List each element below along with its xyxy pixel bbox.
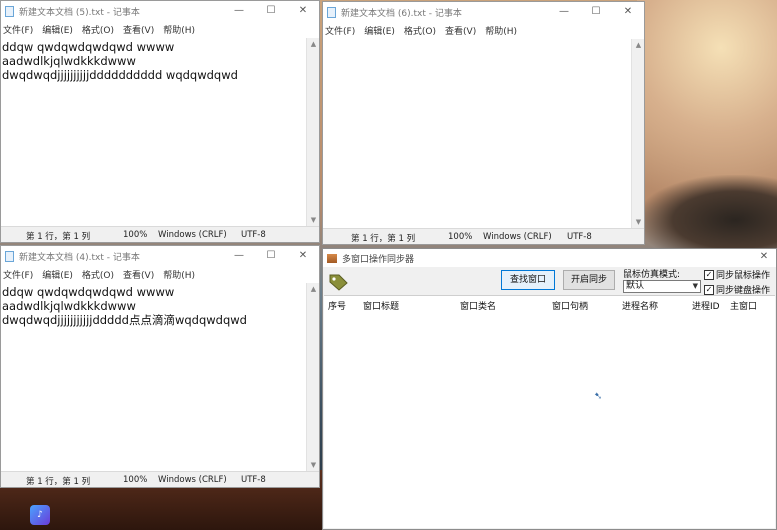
- vertical-scrollbar[interactable]: ▲ ▼: [631, 39, 644, 228]
- status-zoom: 100%: [123, 475, 148, 485]
- window-sync-tool[interactable]: 多窗口操作同步器 ✕ 查找窗口 开启同步 鼠标仿真模式: 默认 ▼ ✓ 同步鼠标…: [322, 248, 777, 530]
- column-header[interactable]: 窗口类名: [460, 299, 496, 312]
- maximize-button[interactable]: ☐: [255, 246, 287, 266]
- notepad-icon: [327, 6, 336, 18]
- minimize-button[interactable]: —: [548, 2, 580, 22]
- menu-bar: 文件(F) 编辑(E) 格式(O) 查看(V) 帮助(H): [323, 22, 644, 38]
- notepad-window-4[interactable]: 新建文本文档 (4).txt - 记事本 — ☐ ✕ 文件(F) 编辑(E) 格…: [0, 245, 320, 488]
- menu-format[interactable]: 格式(O): [82, 268, 114, 281]
- scroll-down-icon[interactable]: ▼: [307, 459, 320, 471]
- column-header[interactable]: 窗口句柄: [552, 299, 588, 312]
- maximize-button[interactable]: ☐: [580, 2, 612, 22]
- status-bar: 第 1 行，第 1 列 100% Windows (CRLF) UTF-8: [323, 228, 644, 244]
- scroll-up-icon[interactable]: ▲: [307, 283, 320, 295]
- menu-file[interactable]: 文件(F): [325, 24, 355, 37]
- titlebar[interactable]: 新建文本文档 (5).txt - 记事本 — ☐ ✕: [1, 1, 319, 21]
- text-line: dwqdwqdjjjjjjjjjjdddddddddd wqdqwdqwd: [2, 68, 238, 82]
- text-editor[interactable]: ddqw qwdqwdqwdqwd wwww aadwdlkjqlwdkkkdw…: [1, 38, 306, 226]
- vertical-scrollbar[interactable]: ▲ ▼: [306, 283, 319, 471]
- wallpaper-rock: [637, 175, 777, 250]
- start-sync-button[interactable]: 开启同步: [563, 270, 615, 290]
- menu-view[interactable]: 查看(V): [123, 23, 154, 36]
- column-header[interactable]: 序号: [328, 299, 346, 312]
- status-zoom: 100%: [123, 230, 148, 240]
- scroll-down-icon[interactable]: ▼: [307, 214, 320, 226]
- status-bar: 第 1 行，第 1 列 100% Windows (CRLF) UTF-8: [1, 471, 319, 487]
- close-button[interactable]: ✕: [752, 248, 776, 268]
- titlebar[interactable]: 多窗口操作同步器 ✕: [323, 249, 776, 267]
- checkbox-check-icon: ✓: [704, 269, 714, 280]
- menu-edit[interactable]: 编辑(E): [364, 24, 395, 37]
- window-title: 多窗口操作同步器: [342, 254, 415, 265]
- status-encoding: UTF-8: [567, 232, 592, 242]
- maximize-button[interactable]: ☐: [255, 1, 287, 21]
- scroll-up-icon[interactable]: ▲: [632, 39, 645, 51]
- sync-mouse-checkbox[interactable]: ✓ 同步鼠标操作: [704, 268, 770, 281]
- menu-file[interactable]: 文件(F): [3, 23, 33, 36]
- text-line: dwqdwqdjjjjjjjjjjjddddd点点滴滴wqdqwdqwd: [2, 313, 247, 327]
- text-line: aadwdlkjqlwdkkkdwww: [2, 299, 136, 313]
- status-eol: Windows (CRLF): [483, 232, 552, 242]
- mouse-mode-label: 鼠标仿真模式:: [623, 270, 681, 280]
- close-button[interactable]: ✕: [287, 246, 319, 266]
- close-button[interactable]: ✕: [287, 1, 319, 21]
- notepad-window-6[interactable]: 新建文本文档 (6).txt - 记事本 — ☐ ✕ 文件(F) 编辑(E) 格…: [322, 1, 645, 245]
- mouse-mode-select[interactable]: 默认 ▼: [623, 280, 701, 293]
- scroll-down-icon[interactable]: ▼: [632, 216, 645, 228]
- status-eol: Windows (CRLF): [158, 475, 227, 485]
- text-editor[interactable]: [323, 39, 631, 228]
- status-encoding: UTF-8: [241, 230, 266, 240]
- text-line: ddqw qwdqwdqwdqwd wwww: [2, 285, 175, 299]
- status-eol: Windows (CRLF): [158, 230, 227, 240]
- mouse-cursor-icon: ➷: [594, 391, 603, 402]
- text-line: ddqw qwdqwdqwdqwd wwww: [2, 40, 175, 54]
- column-header[interactable]: 进程名称: [622, 299, 658, 312]
- menu-help[interactable]: 帮助(H): [163, 23, 195, 36]
- menu-edit[interactable]: 编辑(E): [42, 268, 73, 281]
- titlebar[interactable]: 新建文本文档 (4).txt - 记事本 — ☐ ✕: [1, 246, 319, 266]
- notepad-window-5[interactable]: 新建文本文档 (5).txt - 记事本 — ☐ ✕ 文件(F) 编辑(E) 格…: [0, 0, 320, 243]
- menu-view[interactable]: 查看(V): [123, 268, 154, 281]
- app-icon: [327, 253, 337, 263]
- minimize-button[interactable]: —: [223, 1, 255, 21]
- status-position: 第 1 行，第 1 列: [351, 234, 416, 244]
- status-zoom: 100%: [448, 232, 473, 242]
- menu-bar: 文件(F) 编辑(E) 格式(O) 查看(V) 帮助(H): [1, 266, 319, 282]
- menu-format[interactable]: 格式(O): [82, 23, 114, 36]
- window-title: 新建文本文档 (4).txt - 记事本: [19, 252, 140, 263]
- menu-edit[interactable]: 编辑(E): [42, 23, 73, 36]
- status-position: 第 1 行，第 1 列: [26, 232, 91, 242]
- menu-view[interactable]: 查看(V): [445, 24, 476, 37]
- find-window-button[interactable]: 查找窗口: [501, 270, 555, 290]
- column-header[interactable]: 进程ID: [692, 299, 720, 312]
- checkbox-check-icon: ✓: [704, 284, 714, 295]
- scroll-up-icon[interactable]: ▲: [307, 38, 320, 50]
- menu-help[interactable]: 帮助(H): [163, 268, 195, 281]
- status-encoding: UTF-8: [241, 475, 266, 485]
- menu-help[interactable]: 帮助(H): [485, 24, 517, 37]
- sync-mouse-label: 同步鼠标操作: [716, 271, 771, 281]
- app-shortcut-icon[interactable]: ♪: [30, 505, 50, 525]
- status-bar: 第 1 行，第 1 列 100% Windows (CRLF) UTF-8: [1, 226, 319, 242]
- text-editor[interactable]: ddqw qwdqwdqwdqwd wwww aadwdlkjqlwdkkkdw…: [1, 283, 306, 471]
- window-title: 新建文本文档 (5).txt - 记事本: [19, 7, 140, 18]
- window-title: 新建文本文档 (6).txt - 记事本: [341, 8, 462, 19]
- window-list[interactable]: 序号 窗口标题 窗口类名 窗口句柄 进程名称 进程ID 主窗口 ➷: [324, 295, 775, 528]
- titlebar[interactable]: 新建文本文档 (6).txt - 记事本 — ☐ ✕: [323, 2, 644, 22]
- menu-format[interactable]: 格式(O): [404, 24, 436, 37]
- column-header[interactable]: 窗口标题: [363, 299, 399, 312]
- status-position: 第 1 行，第 1 列: [26, 477, 91, 487]
- close-button[interactable]: ✕: [612, 2, 644, 22]
- text-line: aadwdlkjqlwdkkkdwww: [2, 54, 136, 68]
- mouse-mode-value: 默认: [626, 281, 645, 291]
- notepad-icon: [5, 250, 14, 262]
- minimize-button[interactable]: —: [223, 246, 255, 266]
- notepad-icon: [5, 5, 14, 17]
- menu-file[interactable]: 文件(F): [3, 268, 33, 281]
- tag-icon: [329, 274, 348, 291]
- chevron-down-icon: ▼: [692, 282, 698, 290]
- menu-bar: 文件(F) 编辑(E) 格式(O) 查看(V) 帮助(H): [1, 21, 319, 37]
- column-header[interactable]: 主窗口: [730, 299, 757, 312]
- vertical-scrollbar[interactable]: ▲ ▼: [306, 38, 319, 226]
